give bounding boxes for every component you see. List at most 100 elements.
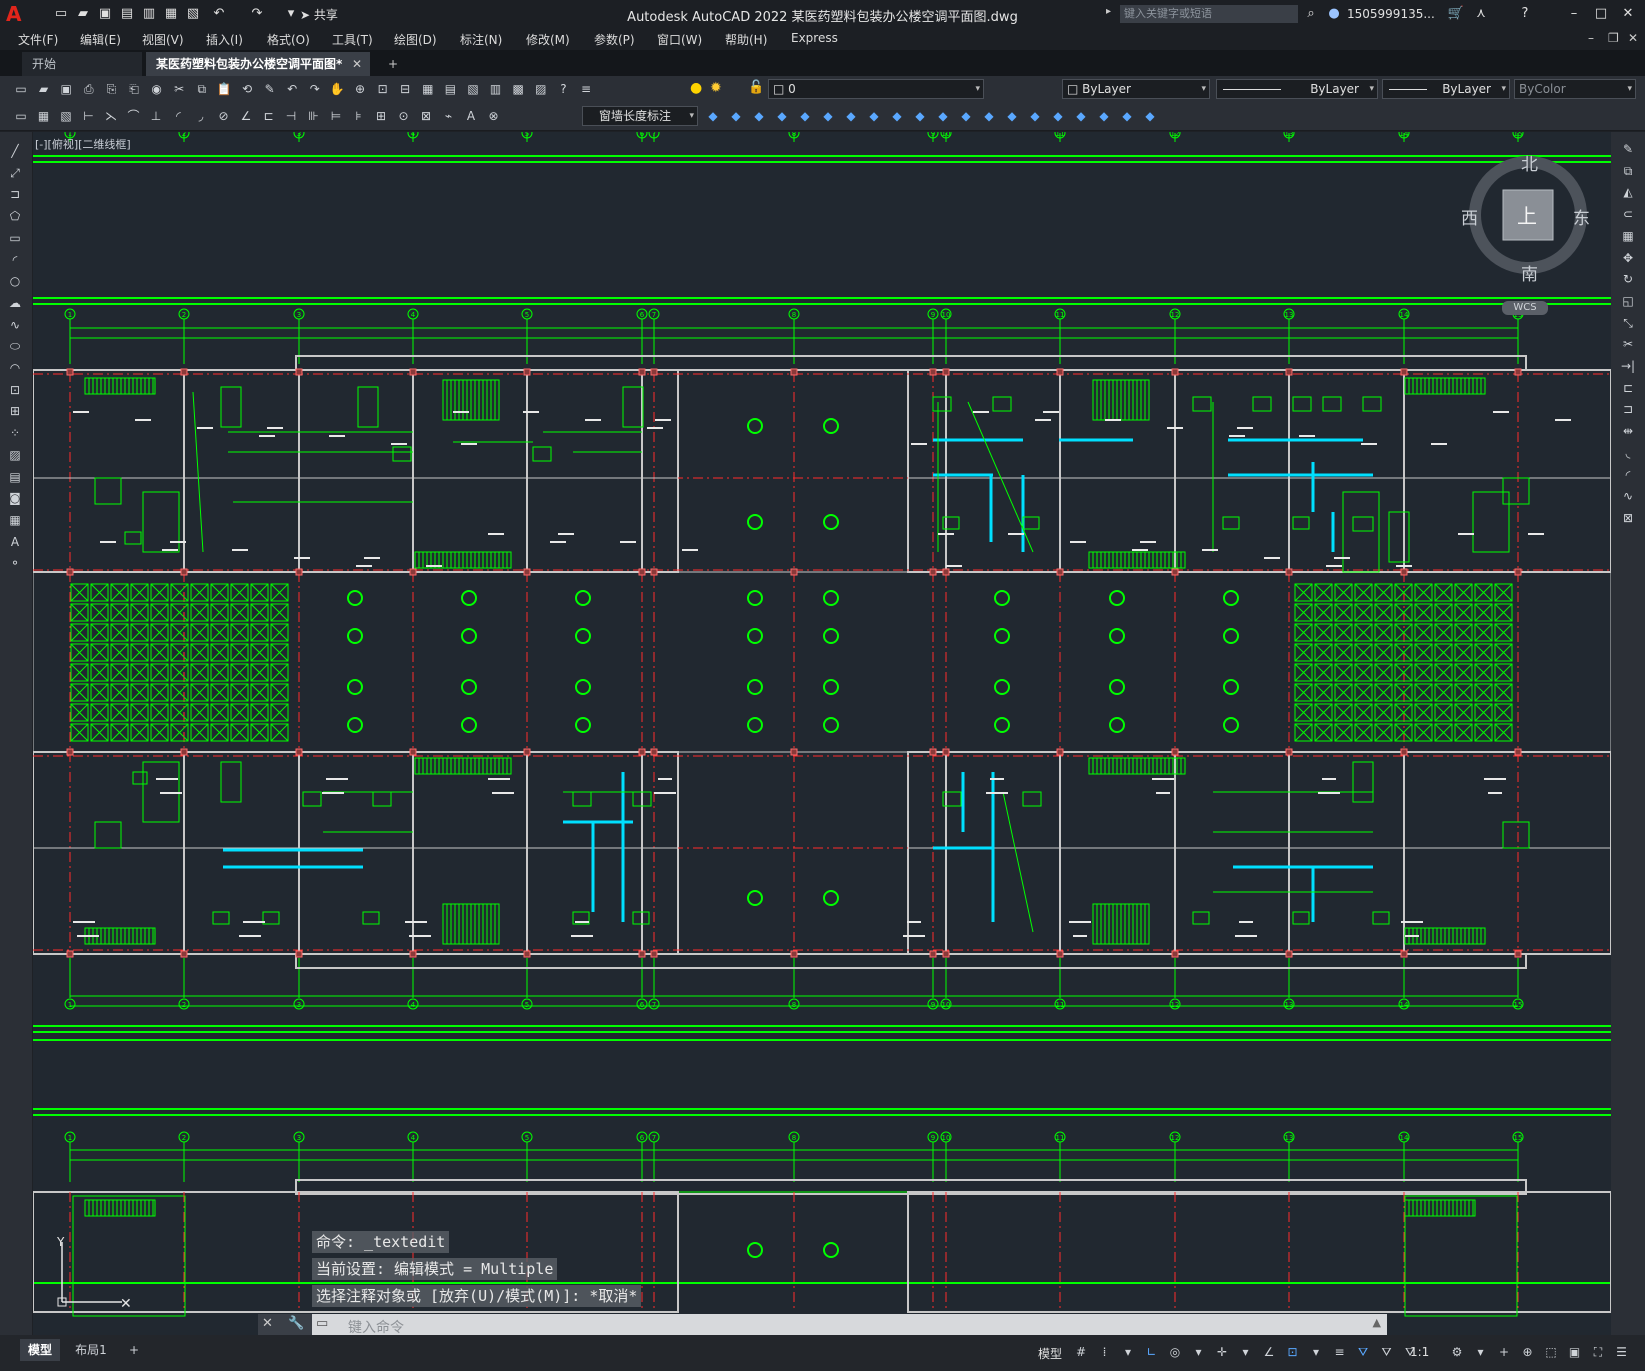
- zoom-window-icon[interactable]: ⊡: [374, 80, 392, 98]
- array-icon[interactable]: ▦: [1619, 227, 1637, 245]
- view-icon-20[interactable]: ◆: [1141, 107, 1159, 125]
- viewcube[interactable]: 北 南 东 西 上: [1461, 150, 1591, 285]
- zoom-realtime-icon[interactable]: ⊕: [351, 80, 369, 98]
- aligned-dim-icon[interactable]: ⋋: [102, 107, 120, 125]
- dim-update-icon[interactable]: ⊗: [485, 107, 503, 125]
- plotstyle-dropdown[interactable]: ByColor ▾: [1514, 79, 1636, 99]
- view-icon-19[interactable]: ◆: [1118, 107, 1136, 125]
- block-editor-icon[interactable]: ✎: [261, 80, 279, 98]
- command-close-icon[interactable]: ✕: [262, 1316, 273, 1331]
- view-icon-11[interactable]: ◆: [934, 107, 952, 125]
- view-icon-17[interactable]: ◆: [1072, 107, 1090, 125]
- design-center-icon[interactable]: ▤: [441, 80, 459, 98]
- workspace-icon[interactable]: ⚙: [1448, 1343, 1466, 1361]
- annotation-vis-icon[interactable]: ⛛: [1354, 1343, 1372, 1361]
- redo-icon[interactable]: ↷: [248, 5, 266, 23]
- chamfer-icon[interactable]: ◟: [1619, 444, 1637, 462]
- snap-icon[interactable]: ⁞: [1096, 1343, 1114, 1361]
- color-dropdown[interactable]: □ ByLayer ▾: [1062, 79, 1210, 99]
- dimstyle-dropdown[interactable]: 窗墙长度标注 ▾: [582, 106, 698, 126]
- join-icon[interactable]: ⇹: [1619, 422, 1637, 440]
- trim-icon[interactable]: ✂: [1619, 335, 1637, 353]
- blend-icon[interactable]: ∿: [1619, 487, 1637, 505]
- menu-express[interactable]: Express: [791, 31, 838, 45]
- insert-block-icon[interactable]: ⊡: [6, 381, 24, 399]
- break-pt-icon[interactable]: ⊏: [1619, 379, 1637, 397]
- view-icon-13[interactable]: ◆: [980, 107, 998, 125]
- mtext-icon[interactable]: A: [6, 533, 24, 551]
- layer-lock-icon[interactable]: 🔓: [748, 79, 766, 97]
- markup-icon[interactable]: ▩: [509, 80, 527, 98]
- arc-icon[interactable]: ◜: [6, 251, 24, 269]
- erase-icon[interactable]: ✎: [1619, 140, 1637, 158]
- scale-icon[interactable]: ◱: [1619, 292, 1637, 310]
- command-line-handle[interactable]: ✕ 🔧: [258, 1314, 312, 1336]
- save-icon[interactable]: ▣: [96, 5, 114, 23]
- view-icon-5[interactable]: ◆: [796, 107, 814, 125]
- 3d-dwf-icon[interactable]: ◉: [148, 80, 166, 98]
- doc-minimize-icon[interactable]: –: [1588, 31, 1594, 45]
- view-icon-14[interactable]: ◆: [1003, 107, 1021, 125]
- spline-icon[interactable]: ∿: [6, 316, 24, 334]
- annotation-scale[interactable]: 1:1: [1410, 1345, 1429, 1359]
- view-icon-1[interactable]: ◆: [704, 107, 722, 125]
- icon-b[interactable]: ▦: [35, 107, 53, 125]
- tab-active-drawing[interactable]: 某医药塑料包装办公楼空调平面图* ✕: [146, 52, 370, 76]
- inspect-icon[interactable]: ⊠: [417, 107, 435, 125]
- menu-file[interactable]: 文件(F): [18, 31, 58, 48]
- continue-dim-icon[interactable]: ⊪: [305, 107, 323, 125]
- expand-arrow-icon[interactable]: ▸: [1106, 6, 1111, 17]
- menu-help[interactable]: 帮助(H): [725, 31, 767, 48]
- menu-parametric[interactable]: 参数(P): [594, 31, 635, 48]
- grid-icon[interactable]: #: [1072, 1343, 1090, 1361]
- layer-props-icon[interactable]: ≡: [577, 80, 595, 98]
- a360-icon[interactable]: ⋏: [1472, 5, 1490, 23]
- plot-icon[interactable]: ▧: [184, 5, 202, 23]
- add-layout-icon[interactable]: +: [124, 1339, 144, 1361]
- layer-dropdown[interactable]: □ 0 ▾: [768, 79, 984, 99]
- lineweight-icon[interactable]: ≡: [1331, 1343, 1349, 1361]
- undo-icon[interactable]: ↶: [283, 80, 301, 98]
- explode-icon[interactable]: ⊠: [1619, 509, 1637, 527]
- tolerance-icon[interactable]: ⊞: [372, 107, 390, 125]
- ordinate-dim-icon[interactable]: ⊥: [147, 107, 165, 125]
- extend-icon[interactable]: →|: [1619, 357, 1637, 375]
- doc-close-icon[interactable]: ✕: [1628, 31, 1638, 45]
- dim-edit-icon[interactable]: A: [462, 107, 480, 125]
- polyline-icon[interactable]: ⊐: [6, 185, 24, 203]
- osnap-menu-icon[interactable]: ▾: [1307, 1343, 1325, 1361]
- osnap-icon[interactable]: ⊡: [1284, 1343, 1302, 1361]
- annot-monitor-icon[interactable]: +: [1495, 1343, 1513, 1361]
- hatch-icon[interactable]: ▨: [6, 446, 24, 464]
- stretch-icon[interactable]: ⤡: [1619, 314, 1637, 332]
- paste-icon[interactable]: 📋: [215, 80, 233, 98]
- viewcube-south[interactable]: 南: [1521, 260, 1538, 285]
- rectangle-icon[interactable]: ▭: [6, 229, 24, 247]
- customize-icon[interactable]: ☰: [1613, 1343, 1631, 1361]
- help-icon[interactable]: ?: [1516, 5, 1534, 23]
- command-history-arrow-icon[interactable]: ▲: [1373, 1316, 1381, 1329]
- save-web-icon[interactable]: ▦: [162, 5, 180, 23]
- copy-icon[interactable]: ⧉: [193, 80, 211, 98]
- menu-insert[interactable]: 插入(I): [206, 31, 243, 48]
- baseline-dim-icon[interactable]: ⊣: [282, 107, 300, 125]
- viewcube-west[interactable]: 西: [1461, 204, 1478, 229]
- view-icon-8[interactable]: ◆: [865, 107, 883, 125]
- linetype-dropdown[interactable]: ByLayer ▾: [1216, 79, 1378, 99]
- autocad-logo[interactable]: A: [6, 3, 28, 25]
- user-icon[interactable]: ●: [1325, 5, 1343, 23]
- jogged-dim-icon[interactable]: ◞: [192, 107, 210, 125]
- view-icon-4[interactable]: ◆: [773, 107, 791, 125]
- new-tab-icon[interactable]: +: [378, 52, 408, 76]
- open-icon[interactable]: ▰: [35, 80, 53, 98]
- linear-dim-icon[interactable]: ⊢: [80, 107, 98, 125]
- qnew-icon[interactable]: ▭: [12, 80, 30, 98]
- icon-c[interactable]: ▧: [57, 107, 75, 125]
- ellipse-icon[interactable]: ⬭: [6, 337, 24, 355]
- new-file-icon[interactable]: ▭: [52, 5, 70, 23]
- user-name[interactable]: 1505999135...: [1347, 7, 1435, 21]
- viewcube-north[interactable]: 北: [1521, 150, 1538, 175]
- isolate-icon[interactable]: ▣: [1566, 1343, 1584, 1361]
- save-as-icon[interactable]: ▤: [118, 5, 136, 23]
- viewport-controls-label[interactable]: [-][俯视][二维线框]: [35, 136, 131, 152]
